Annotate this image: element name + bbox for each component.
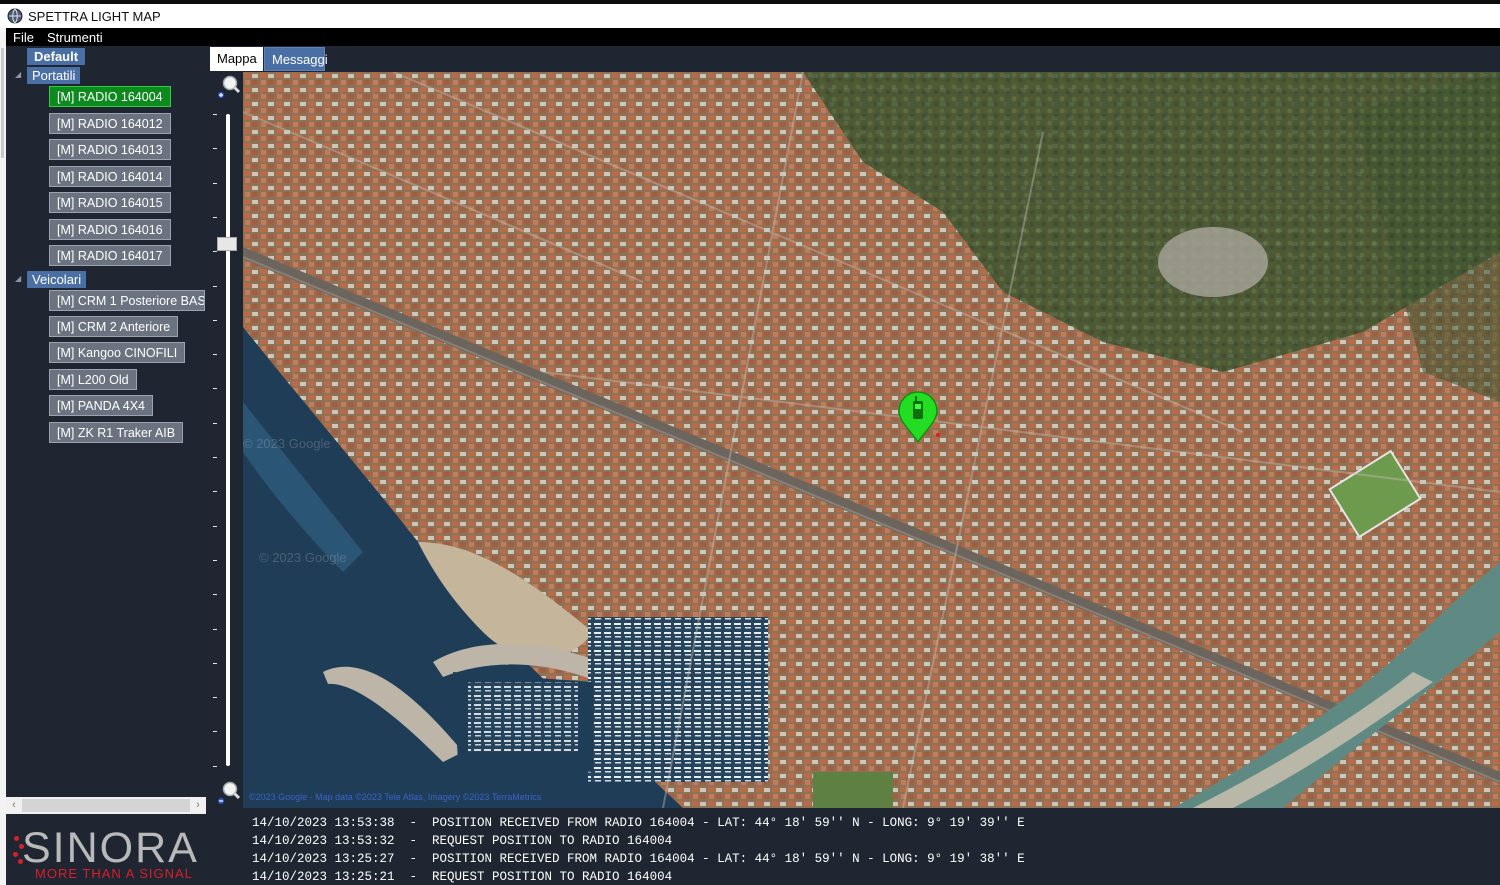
zoom-tick bbox=[213, 354, 217, 356]
map-watermark: © 2023 Google bbox=[243, 436, 331, 451]
menu-bar: File Strumenti bbox=[6, 28, 1500, 46]
zoom-tick bbox=[213, 559, 217, 561]
device-kangoo-cinofili[interactable]: [M] Kangoo CINOFILI bbox=[49, 342, 186, 363]
tab-mappa[interactable]: Mappa bbox=[210, 47, 263, 71]
device-radio-164015[interactable]: [M] RADIO 164015 bbox=[49, 192, 171, 213]
tab-messaggi[interactable]: Messaggi bbox=[264, 47, 328, 71]
device-radio-164016[interactable]: [M] RADIO 164016 bbox=[49, 219, 171, 240]
zoom-tick bbox=[213, 662, 217, 664]
map-watermark: © 2023 Google bbox=[259, 550, 347, 565]
scroll-left-icon[interactable]: ‹ bbox=[7, 797, 21, 814]
device-panda-4x4[interactable]: [M] PANDA 4X4 bbox=[49, 395, 153, 416]
satellite-map[interactable]: © 2023 Google © 2023 Google ©2023 Google… bbox=[243, 72, 1500, 808]
zoom-in-icon[interactable] bbox=[215, 74, 241, 100]
window-title: SPETTRA LIGHT MAP bbox=[28, 8, 161, 24]
tree-group-veicolari[interactable]: Veicolari bbox=[27, 271, 87, 288]
logo-tagline: MORE THAN A SIGNAL bbox=[35, 866, 193, 881]
device-crm2-anteriore[interactable]: [M] CRM 2 Anteriore bbox=[49, 316, 179, 337]
device-radio-164017[interactable]: [M] RADIO 164017 bbox=[49, 245, 171, 266]
log-line: 14/10/2023 13:53:38 - POSITION RECEIVED … bbox=[252, 816, 1025, 830]
device-l200-old[interactable]: [M] L200 Old bbox=[49, 369, 137, 390]
tree-group-portatili[interactable]: Portatili bbox=[27, 67, 81, 84]
log-line: 14/10/2023 13:25:21 - REQUEST POSITION T… bbox=[252, 870, 673, 884]
zoom-slider-thumb[interactable] bbox=[217, 237, 237, 252]
zoom-tick bbox=[213, 525, 217, 527]
zoom-tick bbox=[213, 697, 217, 699]
zoom-tick bbox=[213, 457, 217, 458]
zoom-tick bbox=[213, 319, 217, 321]
zoom-tick bbox=[213, 594, 217, 596]
device-radio-164013[interactable]: [M] RADIO 164013 bbox=[49, 139, 171, 160]
radio-marker-icon[interactable] bbox=[896, 390, 940, 444]
log-line: 14/10/2023 13:53:32 - REQUEST POSITION T… bbox=[252, 834, 673, 848]
globe-icon bbox=[7, 8, 23, 24]
collapse-arrow-icon[interactable]: ◢ bbox=[15, 70, 21, 79]
tree-root-default[interactable]: Default bbox=[27, 48, 86, 65]
scroll-thumb[interactable] bbox=[22, 799, 190, 812]
menu-strumenti[interactable]: Strumenti bbox=[40, 30, 109, 45]
device-radio-164012[interactable]: [M] RADIO 164012 bbox=[49, 113, 171, 134]
device-crm1-posteriore-base[interactable]: [M] CRM 1 Posteriore BASE bbox=[49, 290, 205, 311]
device-radio-164014[interactable]: [M] RADIO 164014 bbox=[49, 166, 171, 187]
title-bar: SPETTRA LIGHT MAP bbox=[0, 4, 1500, 28]
zoom-tick bbox=[213, 114, 217, 115]
zoom-tick bbox=[213, 731, 217, 733]
left-edge-scroll bbox=[1, 48, 4, 158]
zoom-tick bbox=[213, 491, 217, 493]
zoom-tick bbox=[213, 216, 217, 218]
event-log: 14/10/2023 13:53:38 - POSITION RECEIVED … bbox=[243, 808, 1500, 885]
zoom-slider-track[interactable] bbox=[226, 114, 230, 766]
zoom-tick bbox=[213, 765, 217, 767]
device-zk-r1-traker-aib[interactable]: [M] ZK R1 Traker AIB bbox=[49, 422, 184, 443]
log-line: 14/10/2023 13:25:27 - POSITION RECEIVED … bbox=[252, 852, 1025, 866]
zoom-tick bbox=[213, 628, 217, 630]
zoom-tick bbox=[213, 182, 217, 184]
zoom-tick bbox=[213, 285, 217, 287]
tree-horizontal-scrollbar[interactable]: ‹ › bbox=[6, 797, 206, 814]
collapse-arrow-icon[interactable]: ◢ bbox=[15, 274, 21, 283]
map-imagery bbox=[243, 72, 1500, 808]
device-tree: Default ◢ Portatili [M] RADIO 164004 [M]… bbox=[6, 46, 210, 798]
sinora-logo: SINORA MORE THAN A SIGNAL bbox=[10, 824, 210, 884]
zoom-tick bbox=[213, 388, 217, 390]
menu-file[interactable]: File bbox=[6, 30, 40, 45]
device-radio-164004[interactable]: [M] RADIO 164004 bbox=[49, 86, 171, 107]
zoom-control bbox=[210, 72, 243, 808]
zoom-tick bbox=[213, 422, 217, 424]
zoom-tick bbox=[213, 148, 217, 150]
map-attribution[interactable]: ©2023 Google - Map data ©2023 Tele Atlas… bbox=[249, 792, 541, 802]
scroll-right-icon[interactable]: › bbox=[191, 797, 205, 814]
zoom-out-icon[interactable] bbox=[215, 780, 241, 806]
